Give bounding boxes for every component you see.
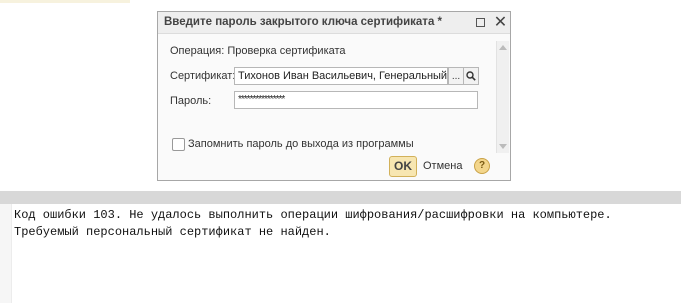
output-gutter: [0, 204, 12, 303]
operation-text: Операция: Проверка сертификата: [170, 45, 346, 57]
certificate-search-button[interactable]: [463, 67, 479, 85]
close-button[interactable]: ✕: [492, 14, 509, 31]
dialog-body: Операция: Проверка сертификата Сертифика…: [158, 34, 510, 180]
remember-checkbox[interactable]: [172, 138, 185, 151]
certificate-label: Сертификат:: [170, 70, 236, 82]
cancel-button[interactable]: Отмена: [423, 160, 462, 172]
error-message-line-2: Требуемый персональный сертификат не най…: [14, 225, 331, 239]
ok-button[interactable]: OK: [389, 156, 417, 177]
search-icon: [466, 71, 476, 81]
scroll-up-icon[interactable]: [499, 45, 507, 50]
scroll-down-icon[interactable]: [499, 144, 507, 149]
dialog-scrollbar[interactable]: [496, 41, 509, 153]
dialog-title: Введите пароль закрытого ключа сертифика…: [164, 16, 443, 28]
password-dialog: Введите пароль закрытого ключа сертифика…: [157, 11, 511, 181]
dialog-titlebar[interactable]: Введите пароль закрытого ключа сертифика…: [158, 12, 510, 34]
maximize-button[interactable]: [472, 14, 489, 31]
password-field[interactable]: ****************: [234, 91, 478, 109]
top-strip: [0, 0, 130, 3]
error-message-line-1: Код ошибки 103. Не удалось выполнить опе…: [14, 208, 612, 222]
remember-label[interactable]: Запомнить пароль до выхода из программы: [188, 138, 414, 150]
certificate-select-button[interactable]: ...: [448, 67, 464, 85]
maximize-icon: [476, 18, 485, 27]
close-icon: ✕: [493, 13, 508, 31]
message-output: Код ошибки 103. Не удалось выполнить опе…: [0, 204, 681, 303]
help-button[interactable]: ?: [474, 158, 490, 174]
certificate-field[interactable]: Тихонов Иван Васильевич, Генеральный: [234, 67, 448, 85]
panel-divider[interactable]: [0, 191, 681, 204]
help-icon: ?: [478, 160, 486, 171]
password-label: Пароль:: [170, 95, 212, 107]
